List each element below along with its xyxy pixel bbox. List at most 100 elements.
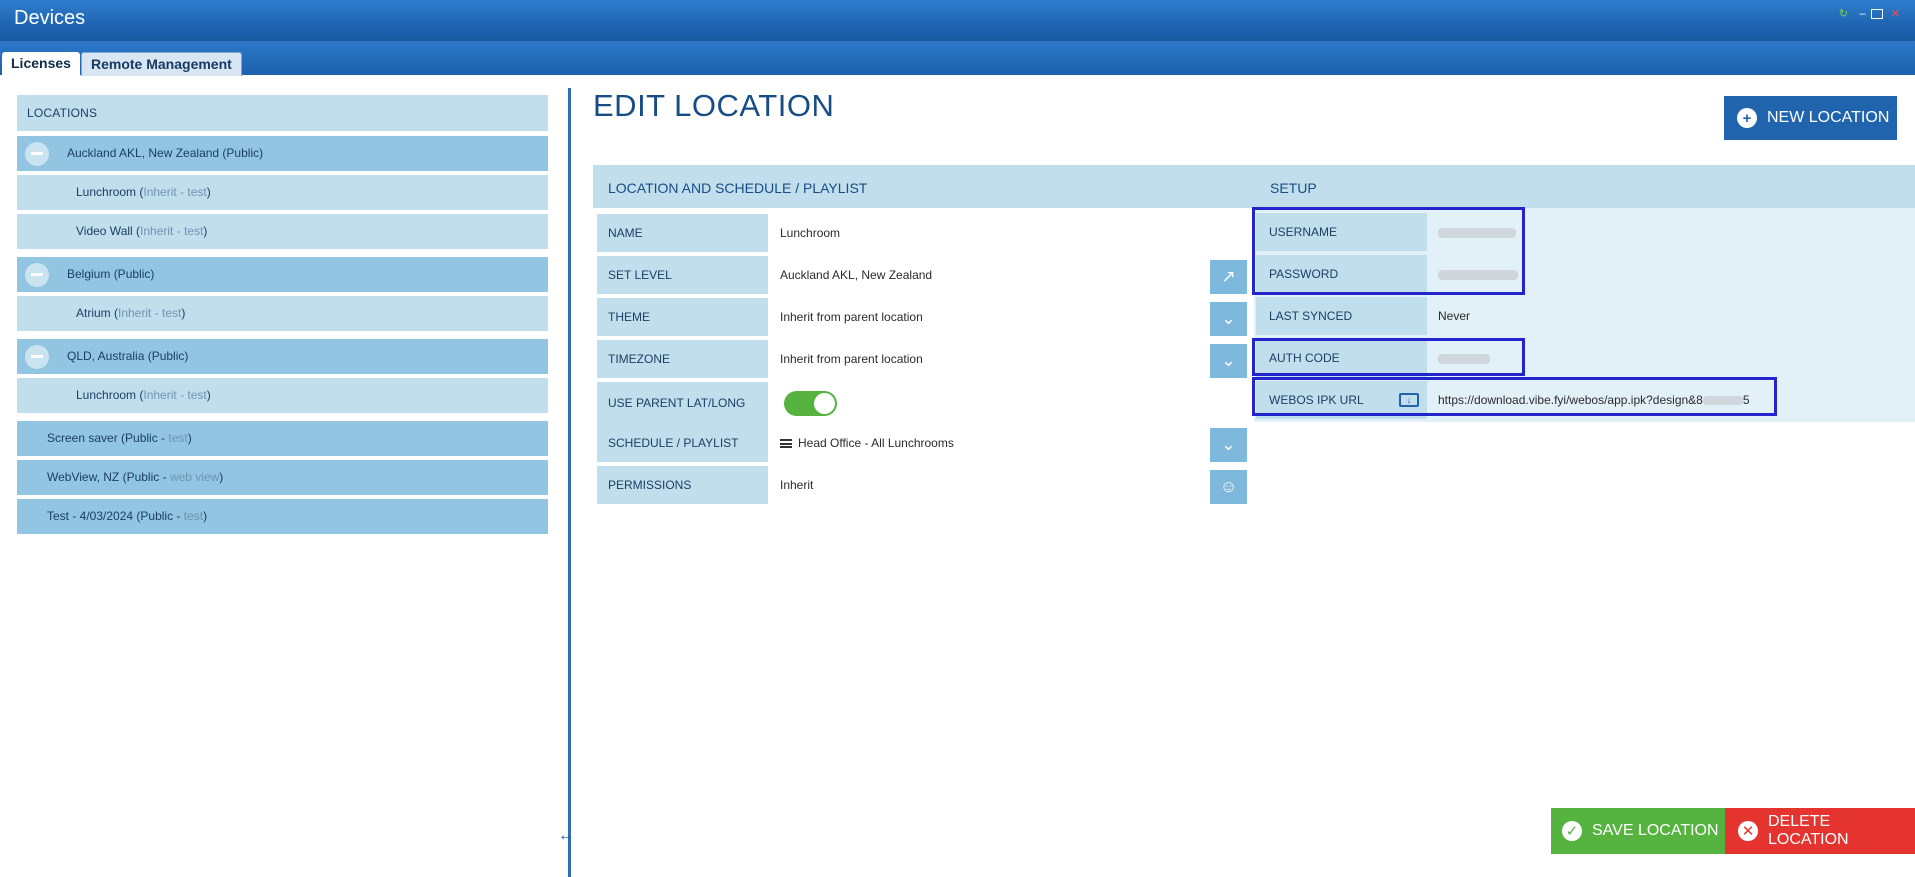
tree-item-label: Test - 4/03/2024 (Public - bbox=[47, 509, 184, 523]
tree-item-tag: test bbox=[187, 185, 207, 199]
close-icon[interactable]: ✕ bbox=[1889, 8, 1902, 20]
tree-item-tag: test bbox=[184, 224, 204, 238]
tree-item-label: Lunchroom ( bbox=[76, 388, 144, 402]
tree-header: LOCATIONS bbox=[17, 95, 548, 131]
highlight-credentials bbox=[1252, 207, 1525, 295]
chevron-down-icon[interactable]: ⌄ bbox=[1210, 302, 1247, 336]
field-name: NAME Lunchroom bbox=[597, 214, 1251, 252]
toggle-container bbox=[772, 382, 1251, 424]
tree-item-sep: - bbox=[151, 306, 163, 320]
new-location-label: NEW LOCATION bbox=[1767, 109, 1890, 126]
tree-item-tag: test bbox=[183, 509, 204, 523]
field-set-level: SET LEVEL Auckland AKL, New Zealand ↗ bbox=[597, 256, 1251, 294]
name-input[interactable]: Lunchroom bbox=[772, 214, 1251, 252]
tree-item-label: Auckland AKL, New Zealand (Public) bbox=[67, 146, 264, 160]
tree-item-label: Atrium ( bbox=[76, 306, 118, 320]
resize-handle-icon[interactable]: ↔ bbox=[558, 827, 574, 845]
tree-item-lunchroom-qld[interactable]: Lunchroom (Inherit - test) bbox=[17, 378, 548, 413]
field-label: SCHEDULE / PLAYLIST bbox=[597, 424, 768, 462]
tree-item-label: WebView, NZ (Public - bbox=[47, 470, 170, 484]
collapse-icon[interactable] bbox=[25, 263, 49, 287]
tree-item-qld[interactable]: QLD, Australia (Public) bbox=[17, 339, 548, 374]
tree-item-video-wall[interactable]: Video Wall (Inherit - test) bbox=[17, 214, 548, 249]
collapse-icon[interactable] bbox=[25, 142, 49, 166]
set-level-value[interactable]: Auckland AKL, New Zealand bbox=[772, 256, 1251, 294]
field-label: TIMEZONE bbox=[597, 340, 768, 378]
field-schedule: SCHEDULE / PLAYLIST Head Office - All Lu… bbox=[597, 424, 1251, 462]
users-icon[interactable]: ☺ bbox=[1210, 470, 1247, 504]
tree-item-belgium[interactable]: Belgium (Public) bbox=[17, 257, 548, 292]
tree-item-close: ) bbox=[181, 306, 186, 320]
tree-item-screen-saver[interactable]: Screen saver (Public - test) bbox=[17, 421, 548, 456]
tree-item-close: ) bbox=[206, 185, 211, 199]
field-theme: THEME Inherit from parent location ⌄ bbox=[597, 298, 1251, 336]
schedule-value: Head Office - All Lunchrooms bbox=[798, 436, 954, 450]
setup-last-synced: LAST SYNCED Never bbox=[1256, 297, 1915, 335]
tree-item-test[interactable]: Test - 4/03/2024 (Public - test) bbox=[17, 499, 548, 534]
tree-item-inherit: Inherit bbox=[140, 224, 174, 238]
field-permissions: PERMISSIONS Inherit ☺ bbox=[597, 466, 1251, 504]
new-location-button[interactable]: + NEW LOCATION bbox=[1724, 96, 1897, 140]
tree-item-close: ) bbox=[219, 470, 224, 484]
use-parent-toggle[interactable] bbox=[784, 391, 837, 416]
share-icon[interactable]: ↗ bbox=[1210, 260, 1247, 294]
tree-item-label: QLD, Australia (Public) bbox=[67, 349, 189, 363]
tree-item-auckland[interactable]: Auckland AKL, New Zealand (Public) bbox=[17, 136, 548, 171]
tree-item-atrium[interactable]: Atrium (Inherit - test) bbox=[17, 296, 548, 331]
delete-location-label: DELETE LOCATION bbox=[1767, 813, 1849, 848]
tree-item-close: ) bbox=[203, 509, 208, 523]
tree-item-sep: - bbox=[176, 185, 188, 199]
field-label: NAME bbox=[597, 214, 768, 252]
window-titlebar: Devices ↻ – ✕ bbox=[0, 0, 1915, 41]
tree-item-label: Belgium (Public) bbox=[67, 267, 155, 281]
field-label: USE PARENT LAT/LONG bbox=[597, 382, 768, 424]
maximize-icon[interactable] bbox=[1871, 9, 1883, 19]
field-use-parent: USE PARENT LAT/LONG bbox=[597, 382, 1251, 424]
tree-item-tag: test bbox=[162, 306, 182, 320]
tree-item-inherit: Inherit bbox=[143, 185, 177, 199]
tree-item-close: ) bbox=[206, 388, 211, 402]
tree-item-webview[interactable]: WebView, NZ (Public - web view) bbox=[17, 460, 548, 495]
tree-item-lunchroom[interactable]: Lunchroom (Inherit - test) bbox=[17, 175, 548, 210]
tab-strip: Licenses Remote Management bbox=[0, 41, 1915, 76]
page-title: EDIT LOCATION bbox=[593, 88, 835, 123]
field-timezone: TIMEZONE Inherit from parent location ⌄ bbox=[597, 340, 1251, 378]
field-label: SET LEVEL bbox=[597, 256, 768, 294]
last-synced-value: Never bbox=[1438, 309, 1471, 323]
setup-label: LAST SYNCED bbox=[1256, 297, 1427, 335]
tree-item-close: ) bbox=[203, 224, 208, 238]
schedule-select[interactable]: Head Office - All Lunchrooms bbox=[772, 424, 1251, 462]
field-label: THEME bbox=[597, 298, 768, 336]
save-location-label: SAVE LOCATION bbox=[1592, 822, 1719, 839]
minimize-icon[interactable]: – bbox=[1856, 8, 1869, 20]
refresh-icon[interactable]: ↻ bbox=[1837, 8, 1850, 20]
tab-remote-management[interactable]: Remote Management bbox=[81, 52, 242, 76]
tab-licenses[interactable]: Licenses bbox=[2, 52, 80, 76]
delete-location-button[interactable]: ✕ DELETE LOCATION bbox=[1725, 808, 1915, 854]
permissions-value[interactable]: Inherit bbox=[772, 466, 1251, 504]
timezone-select[interactable]: Inherit from parent location bbox=[772, 340, 1251, 378]
tree-item-sep: - bbox=[176, 388, 188, 402]
tree-item-tag: test bbox=[168, 431, 188, 445]
chevron-down-icon[interactable]: ⌄ bbox=[1210, 344, 1247, 378]
save-location-button[interactable]: ✓ SAVE LOCATION bbox=[1551, 808, 1725, 854]
plus-circle-icon: + bbox=[1737, 108, 1757, 128]
window-title: Devices bbox=[14, 7, 86, 29]
theme-select[interactable]: Inherit from parent location bbox=[772, 298, 1251, 336]
collapse-icon[interactable] bbox=[25, 345, 49, 369]
tree-item-label: Screen saver (Public - bbox=[47, 431, 169, 445]
tree-item-inherit: Inherit bbox=[143, 388, 177, 402]
pane-splitter[interactable] bbox=[568, 88, 571, 877]
section-title-setup: SETUP bbox=[1270, 180, 1317, 196]
highlight-webos-url bbox=[1252, 377, 1777, 416]
chevron-down-icon[interactable]: ⌄ bbox=[1210, 428, 1247, 462]
tree-item-close: ) bbox=[187, 431, 192, 445]
tree-item-inherit: Inherit bbox=[118, 306, 152, 320]
list-icon bbox=[780, 439, 792, 449]
x-circle-icon: ✕ bbox=[1738, 821, 1758, 841]
field-label: PERMISSIONS bbox=[597, 466, 768, 504]
tree-item-tag: test bbox=[187, 388, 207, 402]
tree-item-label: Video Wall ( bbox=[76, 224, 141, 238]
tree-item-label: Lunchroom ( bbox=[76, 185, 144, 199]
highlight-auth-code bbox=[1252, 338, 1525, 376]
